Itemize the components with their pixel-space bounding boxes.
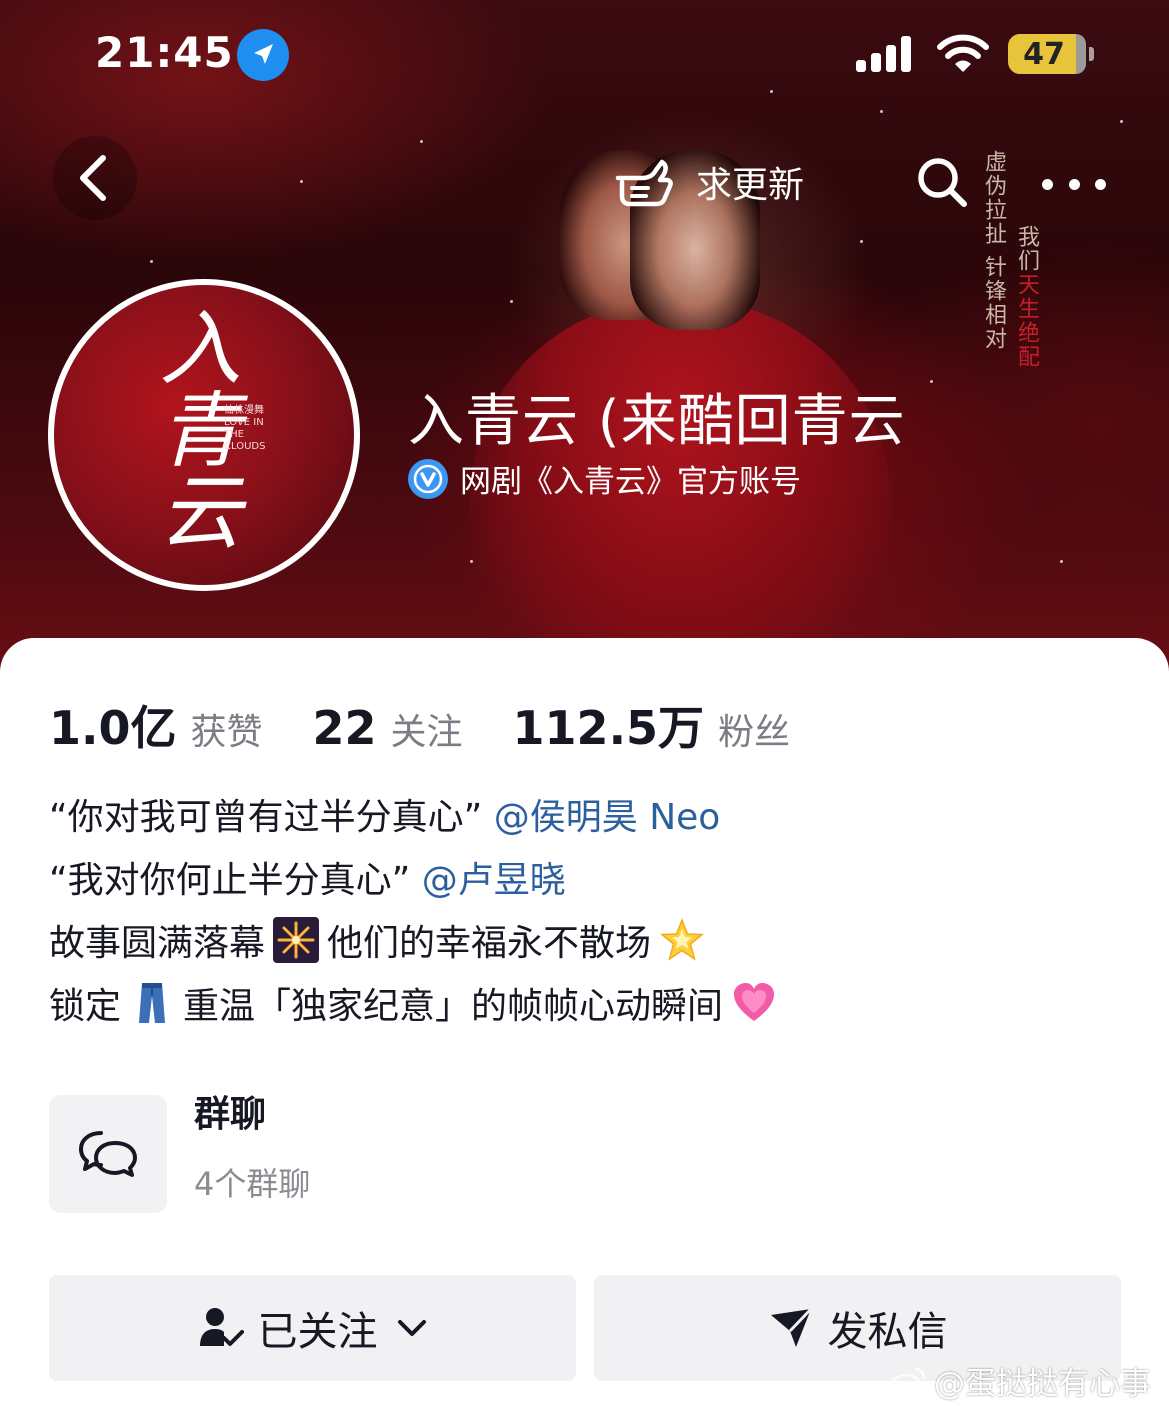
- status-time: 21:45: [95, 28, 234, 77]
- bio-line: 锁定 重温「独家纪意」的帧帧心动瞬间: [49, 975, 785, 1038]
- chevron-left-icon: [80, 155, 106, 201]
- cellular-signal-icon: [856, 36, 914, 72]
- mention-link[interactable]: @侯明昊 Neo: [494, 797, 721, 838]
- poster-tagline-1: 虚伪拉扯 针锋相对: [981, 150, 1006, 351]
- group-chat-entry[interactable]: 群聊 4个群聊: [49, 1094, 311, 1213]
- glowing-star-icon: [660, 917, 705, 961]
- request-update-label: 求更新: [696, 165, 805, 206]
- stats-row: 1.0亿 获赞 22 关注 112.5万 粉丝: [49, 692, 840, 758]
- verification-row: 网剧《入青云》官方账号: [408, 456, 801, 501]
- request-update-button[interactable]: 求更新: [612, 150, 804, 214]
- back-button[interactable]: [53, 136, 137, 220]
- paper-plane-icon: [770, 1307, 812, 1347]
- search-icon: [918, 158, 967, 207]
- profile-card: 1.0亿 获赞 22 关注 112.5万 粉丝 “你对我可曾有过半分真心” @侯…: [0, 638, 1169, 1406]
- bio-line: 故事圆满落幕 他们的幸福永不散场: [49, 912, 785, 975]
- more-dot-icon: [1095, 178, 1106, 190]
- avatar-subtitle: 仙株漫舞 LOVE IN THE CLOUDS: [224, 405, 266, 452]
- likes-count[interactable]: 1.0亿: [49, 692, 177, 758]
- fireworks-icon: [273, 917, 320, 963]
- battery-icon: 47: [1008, 34, 1094, 74]
- verification-text: 网剧《入青云》官方账号: [460, 464, 801, 500]
- bio-line: “我对你何止半分真心” @卢昱晓: [49, 860, 566, 901]
- chevron-down-icon: [397, 1320, 426, 1336]
- profile-bio: “你对我可曾有过半分真心” @侯明昊 Neo “我对你何止半分真心” @卢昱晓 …: [49, 786, 785, 1038]
- battery-level: 47: [1023, 36, 1065, 72]
- group-chat-count: 4个群聊: [194, 1165, 311, 1203]
- more-dot-icon: [1042, 178, 1053, 190]
- followers-label[interactable]: 粉丝: [718, 703, 790, 755]
- location-arrow-icon: [237, 29, 289, 81]
- more-options-button[interactable]: [1042, 164, 1106, 204]
- wifi-icon: [936, 34, 990, 74]
- chat-bubbles-icon: [79, 1131, 137, 1177]
- bio-line: “你对我可曾有过半分真心” @侯明昊 Neo: [49, 797, 721, 838]
- user-check-icon: [199, 1308, 244, 1346]
- profile-name: 入青云 (来酷回青云: [408, 389, 906, 454]
- profile-avatar[interactable]: 入青云 仙株漫舞 LOVE IN THE CLOUDS: [48, 279, 360, 591]
- verified-badge-icon: [408, 458, 448, 499]
- search-button[interactable]: [912, 152, 972, 212]
- group-chat-icon-box: [49, 1095, 167, 1213]
- likes-label[interactable]: 获赞: [191, 703, 263, 755]
- weibo-watermark: @蛋挞挞有心事: [890, 1358, 1151, 1403]
- following-button[interactable]: 已关注: [49, 1275, 576, 1381]
- jeans-icon: [139, 983, 166, 1023]
- following-label[interactable]: 关注: [391, 703, 463, 755]
- group-chat-text: 群聊 4个群聊: [194, 1094, 311, 1207]
- poster-tagline-2: 我们天生绝配: [1014, 225, 1039, 369]
- send-message-label: 发私信: [827, 1309, 948, 1355]
- growing-heart-icon: [734, 983, 775, 1021]
- group-chat-title: 群聊: [194, 1094, 267, 1135]
- more-dot-icon: [1068, 178, 1080, 190]
- weibo-logo-icon: [890, 1367, 926, 1396]
- followers-count[interactable]: 112.5万: [513, 692, 705, 758]
- mention-link[interactable]: @卢昱晓: [422, 860, 566, 901]
- following-count[interactable]: 22: [313, 701, 377, 755]
- pointing-hand-icon: [615, 159, 673, 207]
- following-label: 已关注: [257, 1309, 378, 1355]
